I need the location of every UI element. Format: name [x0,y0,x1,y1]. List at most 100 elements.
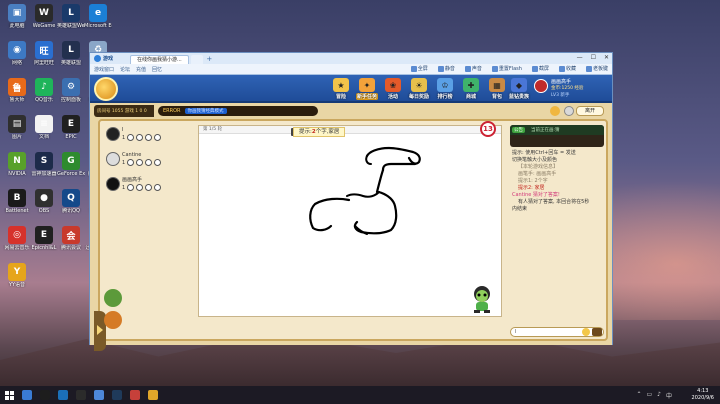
desktop-icon[interactable]: ◎ 网易云音乐 [3,226,31,251]
game-nav-button[interactable]: ◆ 蓝钻贵族 [508,78,530,100]
emoji-icon[interactable] [582,328,590,336]
fullscreen-button[interactable]: 全屏 [410,65,428,72]
game-nav-button[interactable]: ❀ 活动 [382,78,404,100]
sound-button[interactable]: 声音 [464,65,482,72]
desktop-icon[interactable]: L 英雄联盟 [57,41,85,66]
nav-game-window[interactable]: 游戏窗口 [94,66,114,73]
mascot-icon[interactable] [104,311,122,329]
flower-icon[interactable] [136,159,144,166]
boss-key-button[interactable]: 老板键 [585,65,608,72]
volume-icon[interactable]: ♪ [657,391,661,400]
flower-icon[interactable] [136,134,144,141]
desktop-icon[interactable]: ≡ 文档 [30,115,58,140]
gold-bag-icon[interactable] [548,105,562,117]
desktop-icon[interactable]: ♪ QQ音乐 [30,78,58,103]
countdown-timer: 13 [480,121,496,137]
desktop-icon[interactable]: N NVIDIA [3,152,31,177]
game-nav-button[interactable]: ★ 冒险 [330,78,352,100]
system-tray: ⌃ ▭ ♪ 中 [636,391,672,400]
desktop-icon[interactable]: Q 腾讯QQ [57,189,85,214]
egg-icon[interactable] [145,159,153,166]
close-button[interactable]: ✕ [604,54,609,61]
desktop-icon[interactable]: ● OBS [30,189,58,214]
send-button[interactable] [592,328,602,336]
friend-icon[interactable] [154,134,162,141]
gift-icon[interactable] [127,159,135,166]
desktop-icon[interactable]: S 雷神加速器 [30,152,58,177]
player-row[interactable]: Cantine 1 [106,152,186,166]
desktop-icon[interactable]: E Epicnhl&L [30,226,58,251]
browser-window: 游戏 在线你画我猜小游... + — ☐ ✕ 游戏窗口 论坛 充值 回忆 全屏 … [89,52,613,351]
start-button[interactable] [0,386,18,404]
maximize-button[interactable]: ☐ [591,54,596,61]
room-bar: 房间号 1055 游戏 1 0 0 ERROR 你画我猜经典模式 离开 [94,105,608,117]
player-row[interactable]: 画画高手 1 [106,177,186,191]
new-tab-button[interactable]: + [205,55,214,64]
taskbar-app[interactable] [108,386,126,404]
room-title: ERROR 你画我猜经典模式 [158,106,318,116]
minimize-button[interactable]: — [577,54,583,61]
desktop-icon[interactable]: W WeGame [30,4,58,29]
desktop-icon[interactable]: B Battlenet [3,189,31,214]
friend-icon[interactable] [154,184,162,191]
player-name: 画画高手 [122,177,143,183]
desktop-icon[interactable]: GGeForce Experience [57,152,85,177]
egg-icon[interactable] [145,184,153,191]
desktop-icon[interactable]: 旺阿里旺旺 [30,41,58,66]
desktop-icon[interactable]: Y YY语音 [3,263,31,288]
exit-room-button[interactable]: 离开 [576,106,604,116]
screenshot-button[interactable]: 截屏 [531,65,549,72]
game-nav-button[interactable]: ♔ 排行榜 [434,78,456,100]
mute-button[interactable]: 静音 [437,65,455,72]
taskbar-app[interactable] [90,386,108,404]
taskbar-app[interactable] [36,386,54,404]
tab-game[interactable]: 在线你画我猜小游... [130,55,189,64]
user-name: 画画高手 [551,79,572,85]
avatar[interactable] [534,79,548,93]
taskbar-app[interactable] [144,386,162,404]
desktop-icon[interactable]: ▣ 此电脑 [3,4,31,29]
desktop-icon[interactable]: ▤ 图片 [3,115,31,140]
app-icon: W [35,4,53,22]
app-icon: e [89,4,107,22]
taskbar-app[interactable] [18,386,36,404]
gift-icon[interactable] [127,184,135,191]
clock[interactable]: 4:13 2020/9/6 [692,388,714,402]
friend-icon[interactable] [154,159,162,166]
player-row[interactable]: I1 [106,127,186,141]
tab-secondary[interactable] [190,55,203,64]
desktop-icon[interactable]: eMicrosoft Edge [84,4,112,29]
nav-recharge[interactable]: 充值 [136,66,146,73]
desktop-icon[interactable]: L英雄联盟WeGame版 [57,4,85,29]
app-icon: ▣ [8,4,26,22]
game-nav-button[interactable]: ✚ 商城 [460,78,482,100]
taskbar-app[interactable] [72,386,90,404]
nav-forum[interactable]: 论坛 [120,66,130,73]
gift-icon[interactable] [127,134,135,141]
ime-icon[interactable]: 中 [666,391,672,400]
chat-input[interactable]: I [511,328,582,336]
taskbar-app[interactable] [126,386,144,404]
chevron-up-icon[interactable]: ⌃ [636,391,641,400]
flower-icon[interactable] [136,184,144,191]
egg-icon[interactable] [145,134,153,141]
favorite-button[interactable]: 收藏 [558,65,576,72]
reset-flash-button[interactable]: 重置Flash [491,65,522,72]
drawing-canvas[interactable]: 第 1/5 轮 提示:2个字,家居 [198,125,502,317]
nav-memories[interactable]: 回忆 [152,66,162,73]
game-nav-button[interactable]: ✦ 新手任务 [356,78,378,100]
desktop-icon[interactable]: E EPIC [57,115,85,140]
game-nav-button[interactable]: ▦ 背包 [486,78,508,100]
desktop-icon[interactable]: 鲁鲁大师 [3,78,31,103]
desktop-icon[interactable]: ⚙ 控制面板 [57,78,85,103]
network-icon[interactable]: ▭ [646,391,652,400]
desktop-icon[interactable]: 会腾讯会议 [57,226,85,251]
desktop-icon[interactable]: ◉ 网络 [3,41,31,66]
game-nav-button[interactable]: ☀ 每日奖励 [408,78,430,100]
browser-logo: 游戏 [94,55,113,62]
chat-message: 内结束 [512,206,528,212]
drop-icon[interactable] [562,105,576,117]
chat-message: 切换笔触大小及颜色 [512,157,558,163]
mascot-icon[interactable] [104,289,122,307]
taskbar-app[interactable] [54,386,72,404]
